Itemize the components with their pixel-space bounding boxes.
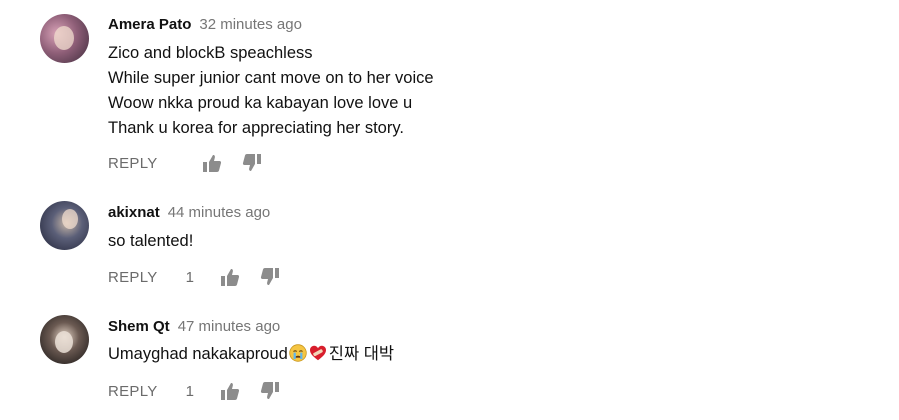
avatar[interactable] [40,201,89,250]
comment-author[interactable]: Amera Pato [108,16,191,33]
comment-text: Zico and blockB speachless While super j… [108,41,434,141]
thumbs-up-icon[interactable] [202,153,222,173]
avatar[interactable] [40,14,89,63]
crying-face-icon [289,344,307,362]
comment-line: 진짜 대박 [328,345,395,363]
comment-actions: REPLY [108,152,262,174]
comment-line: Thank u korea for appreciating her story… [108,119,404,137]
avatar[interactable] [40,315,89,364]
comment-actions: REPLY 1 [108,380,280,402]
like-count: 1 [185,382,194,400]
reply-button[interactable]: REPLY [108,383,158,400]
comment-author[interactable]: Shem Qt [108,318,170,335]
comment-author[interactable]: akixnat [108,204,160,221]
thumbs-up-icon[interactable] [220,381,240,401]
heart-with-bandage-icon [309,344,327,362]
thumbs-up-icon[interactable] [220,267,240,287]
reply-button[interactable]: REPLY [108,155,158,172]
like-count: 1 [185,268,194,286]
comment-actions: REPLY 1 [108,266,280,288]
comment-line: so talented! [108,232,194,250]
thumbs-down-icon[interactable] [260,267,280,287]
comment-timestamp[interactable]: 32 minutes ago [199,16,302,33]
comment-timestamp[interactable]: 47 minutes ago [178,318,281,335]
thumbs-down-icon[interactable] [242,153,262,173]
reply-button[interactable]: REPLY [108,269,158,286]
thumbs-down-icon[interactable] [260,381,280,401]
comment-line: Zico and blockB speachless [108,44,313,62]
comment-line: Woow nkka proud ka kabayan love love u [108,94,413,112]
comment-text: so talented! [108,229,193,254]
comment-timestamp[interactable]: 44 minutes ago [168,204,271,221]
comment-line: While super junior cant move on to her v… [108,69,434,87]
comment-text: Umayghad nakakaproud 진짜 대박 [108,342,394,367]
comment-line: Umayghad nakakaproud [108,345,288,363]
